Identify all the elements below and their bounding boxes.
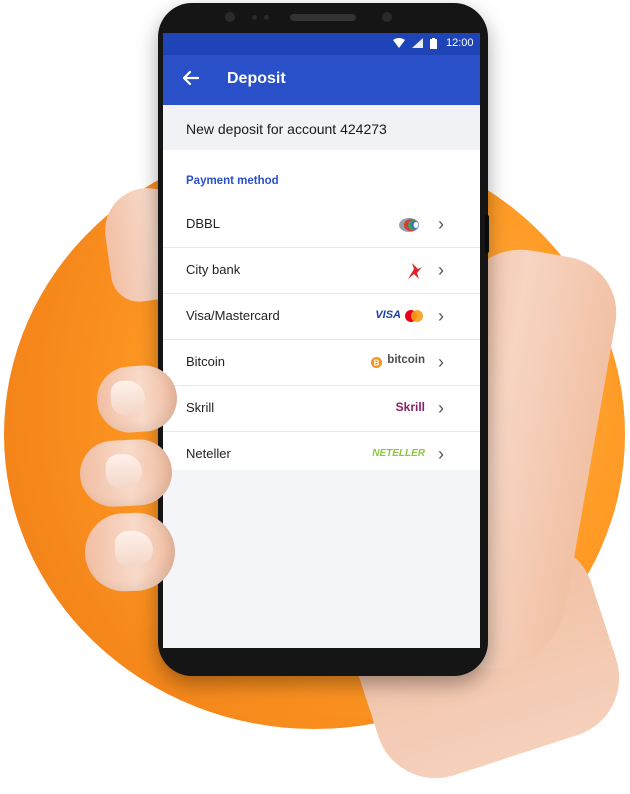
- neteller-logo: NETELLER: [372, 448, 425, 459]
- sensor: [264, 15, 269, 20]
- payment-option-neteller[interactable]: Neteller NETELLER ›: [163, 432, 480, 478]
- chevron-right-icon: ›: [438, 260, 444, 280]
- payment-option-label: Skrill: [186, 400, 215, 415]
- fingernail: [114, 530, 154, 568]
- payment-option-label: Bitcoin: [186, 354, 226, 369]
- power-button: [485, 215, 489, 253]
- rear-camera: [382, 12, 392, 22]
- chevron-right-icon: ›: [438, 214, 444, 234]
- battery-icon: [430, 38, 437, 52]
- phone-screen: 12:00 Deposit New deposit for account 42…: [163, 33, 480, 648]
- bitcoin-logo: bitcoin: [387, 354, 425, 366]
- chevron-right-icon: ›: [438, 398, 444, 418]
- account-info: New deposit for account 424273: [163, 105, 480, 150]
- ring-finger: [83, 511, 177, 593]
- svg-text:B: B: [374, 359, 380, 368]
- chevron-right-icon: ›: [438, 444, 444, 464]
- status-time: 12:00: [446, 37, 474, 49]
- sensor: [252, 15, 257, 20]
- payment-option-label: Neteller: [186, 446, 231, 461]
- front-camera: [225, 12, 235, 22]
- speaker-grille: [290, 14, 356, 21]
- payment-option-label: Visa/Mastercard: [186, 308, 280, 323]
- payment-option-bitcoin[interactable]: Bitcoin B bitcoin ›: [163, 340, 480, 386]
- visa-logo: VISA: [375, 309, 401, 321]
- dbbl-logo: [397, 215, 425, 235]
- payment-option-label: DBBL: [186, 216, 220, 231]
- middle-finger: [78, 437, 174, 509]
- status-bar: 12:00: [163, 33, 480, 55]
- account-text: New deposit for account 424273: [186, 121, 387, 137]
- bitcoin-icon: B: [371, 355, 382, 375]
- payment-option-skrill[interactable]: Skrill Skrill ›: [163, 386, 480, 432]
- chevron-right-icon: ›: [438, 352, 444, 372]
- app-bar: Deposit: [163, 55, 480, 105]
- chevron-right-icon: ›: [438, 306, 444, 326]
- payment-option-visa-mastercard[interactable]: Visa/Mastercard VISA ›: [163, 294, 480, 340]
- signal-icon: [412, 38, 423, 51]
- section-label: Payment method: [186, 175, 279, 187]
- city-bank-logo: [406, 261, 424, 281]
- fingernail: [109, 379, 147, 416]
- payment-method-card: Payment method DBBL › City bank › Visa/M…: [163, 150, 480, 470]
- skrill-logo: Skrill: [395, 400, 425, 414]
- fingernail: [105, 453, 143, 490]
- wifi-icon: [393, 38, 405, 51]
- mastercard-logo: [403, 308, 425, 328]
- payment-option-dbbl[interactable]: DBBL ›: [163, 202, 480, 248]
- page-title: Deposit: [227, 70, 286, 87]
- arrow-left-icon[interactable]: [177, 65, 205, 93]
- payment-option-label: City bank: [186, 262, 241, 277]
- payment-option-city-bank[interactable]: City bank ›: [163, 248, 480, 294]
